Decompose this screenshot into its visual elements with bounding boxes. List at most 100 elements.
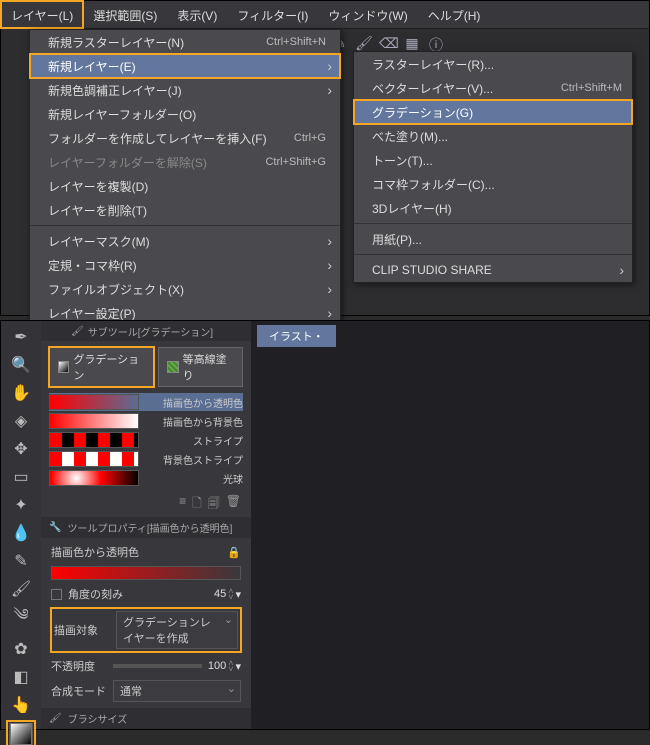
new-layer-submenu: ラスターレイヤー(R)... ベクターレイヤー(V)... Ctrl+Shift… [353, 51, 633, 283]
duplicate-icon[interactable]: 🗐 [208, 494, 220, 515]
menu-new-adjust[interactable]: 新規色調補正レイヤー(J) [30, 78, 340, 102]
brush-icon: 🖌 [49, 713, 62, 724]
submenu-tone[interactable]: トーン(T)... [354, 148, 632, 172]
draw-target-dropdown[interactable]: グラデーションレイヤーを作成 [116, 611, 238, 649]
blend-mode-dropdown[interactable]: 通常 [113, 680, 241, 702]
eyedropper-icon[interactable]: 💧 [9, 523, 33, 543]
menu-ruler-frame[interactable]: 定規・コマ枠(R) [30, 253, 340, 277]
menu-item-label: コマ枠フォルダー(C)... [372, 176, 622, 193]
menu-view[interactable]: 表示(V) [167, 1, 227, 28]
menu-item-label: レイヤーフォルダーを解除(S) [48, 154, 265, 171]
menu-window[interactable]: ウィンドウ(W) [318, 1, 417, 28]
chevron-down-icon[interactable]: ▾ [235, 660, 241, 673]
stepper-arrows-icon[interactable]: ˄˅ [228, 660, 233, 672]
airbrush-icon[interactable]: ༄ [9, 607, 33, 631]
gradient-preview[interactable] [51, 566, 241, 580]
menu-delete[interactable]: レイヤーを削除(T) [30, 198, 340, 222]
submenu-3d[interactable]: 3Dレイヤー(H) [354, 196, 632, 220]
gradient-item[interactable]: 描画色から透明色 [49, 393, 243, 411]
menu-layer[interactable]: レイヤー(L) [1, 1, 83, 28]
gradient-tool-icon[interactable] [9, 723, 33, 745]
menu-separator [354, 223, 632, 224]
subtool-tabs: グラデーション 等高線塗り [41, 341, 251, 393]
menu-item-label: レイヤーマスク(M) [48, 233, 330, 250]
gradient-item[interactable]: 描画色から背景色 [49, 412, 243, 430]
lock-icon[interactable]: 🔒 [227, 546, 241, 559]
submenu-fill[interactable]: べた塗り(M)... [354, 124, 632, 148]
tool-column: ✒ 🔍 ✋ ◈ ✥ ▭ ✦ 💧 ✎ 🖌 ༄ ✿ ◧ 👆 [1, 321, 41, 729]
menu-item-label: グラデーション(G) [372, 104, 622, 121]
gradient-swatch [49, 470, 139, 486]
opacity-value[interactable]: 100 ˄˅ ▾ [208, 660, 241, 673]
magnifier-icon[interactable]: 🔍 [9, 355, 33, 375]
menu-file-object[interactable]: ファイルオブジェクト(X) [30, 277, 340, 301]
gradient-label: ストライプ [139, 433, 243, 448]
gradient-swatch [49, 451, 139, 467]
blend-mode-label: 合成モード [51, 683, 107, 699]
gradient-label: 描画色から背景色 [139, 414, 243, 429]
menu-item-label: 新規ラスターレイヤー(N) [48, 34, 266, 51]
stepper-arrows-icon[interactable]: ˄˅ [228, 588, 233, 600]
menu-item-accel: Ctrl+Shift+M [561, 82, 622, 94]
menu-mask[interactable]: レイヤーマスク(M) [30, 229, 340, 253]
submenu-gradient[interactable]: グラデーション(G) [354, 100, 632, 124]
gradient-item[interactable]: 背景色ストライプ [49, 450, 243, 468]
menu-item-label: ファイルオブジェクト(X) [48, 281, 330, 298]
gradient-list-toolbar: ≡ 🗋 🗐 🗑 [41, 492, 251, 517]
submenu-frame-folder[interactable]: コマ枠フォルダー(C)... [354, 172, 632, 196]
hand-icon[interactable]: ✋ [9, 383, 33, 403]
menu-item-label: 新規レイヤー(E) [48, 58, 330, 75]
menu-item-label: ベクターレイヤー(V)... [372, 80, 561, 97]
blend-icon[interactable]: 👆 [9, 695, 33, 715]
tab-gradient[interactable]: グラデーション [49, 347, 154, 387]
menu-new-layer[interactable]: 新規レイヤー(E) [30, 54, 340, 78]
menu-icon[interactable]: ≡ [179, 494, 186, 515]
chevron-down-icon[interactable]: ▾ [235, 588, 241, 601]
add-icon[interactable]: 🗋 [192, 494, 202, 515]
pencil-icon[interactable]: ✎ [9, 551, 33, 571]
gradient-swatch [49, 394, 139, 410]
gradient-item[interactable]: ストライプ [49, 431, 243, 449]
menu-select[interactable]: 選択範囲(S) [83, 1, 167, 28]
opacity-slider[interactable] [113, 664, 202, 668]
menu-item-label: べた塗り(M)... [372, 128, 622, 145]
angle-step-label: 角度の刻み [68, 586, 123, 602]
marquee-icon[interactable]: ▭ [9, 467, 33, 487]
contour-swatch-icon [167, 361, 178, 373]
menu-item-label: 新規レイヤーフォルダー(O) [48, 106, 330, 123]
delete-icon[interactable]: 🗑 [226, 494, 241, 515]
submenu-share[interactable]: CLIP STUDIO SHARE [354, 258, 632, 282]
wand-icon[interactable]: ✦ [9, 495, 33, 515]
menu-item-label: レイヤーを削除(T) [48, 202, 330, 219]
gradient-label: 光球 [139, 471, 243, 486]
current-gradient-row: 描画色から透明色 🔒 [51, 544, 241, 560]
menu-item-accel: Ctrl+Shift+N [266, 36, 326, 48]
eraser-icon[interactable]: ◧ [9, 667, 33, 687]
submenu-vector[interactable]: ベクターレイヤー(V)... Ctrl+Shift+M [354, 76, 632, 100]
menu-new-raster[interactable]: 新規ラスターレイヤー(N) Ctrl+Shift+N [30, 30, 340, 54]
gradient-swatch-icon [58, 361, 69, 373]
menu-item-label: 用紙(P)... [372, 231, 622, 248]
tab-contour[interactable]: 等高線塗り [158, 347, 243, 387]
menu-help[interactable]: ヘルプ(H) [418, 1, 491, 28]
angle-step-value[interactable]: 45 ˄˅ ▾ [214, 588, 241, 601]
document-tab[interactable]: イラスト・ [257, 325, 336, 347]
submenu-paper[interactable]: 用紙(P)... [354, 227, 632, 251]
menu-new-folder[interactable]: 新規レイヤーフォルダー(O) [30, 102, 340, 126]
tool-property-list: 描画色から透明色 🔒 角度の刻み 45 ˄˅ ▾ 描画対象 グラ [41, 538, 251, 708]
move-icon[interactable]: ✥ [9, 439, 33, 459]
gradient-item[interactable]: 光球 [49, 469, 243, 487]
menu-item-label: 定規・コマ枠(R) [48, 257, 330, 274]
decoration-icon[interactable]: ✿ [9, 639, 33, 659]
angle-step-checkbox[interactable] [51, 589, 62, 600]
current-gradient-label: 描画色から透明色 [51, 544, 139, 560]
menu-filter[interactable]: フィルター(I) [227, 1, 318, 28]
draw-target-row: 描画対象 グラデーションレイヤーを作成 [51, 608, 241, 652]
menu-duplicate[interactable]: レイヤーを複製(D) [30, 174, 340, 198]
opacity-row: 不透明度 100 ˄˅ ▾ [51, 658, 241, 674]
gradient-label: 描画色から透明色 [139, 395, 243, 410]
pen-tool-icon[interactable]: ✒ [9, 327, 33, 347]
shape-icon[interactable]: ◈ [9, 411, 33, 431]
submenu-raster[interactable]: ラスターレイヤー(R)... [354, 52, 632, 76]
menu-create-folder-insert[interactable]: フォルダーを作成してレイヤーを挿入(F) Ctrl+G [30, 126, 340, 150]
